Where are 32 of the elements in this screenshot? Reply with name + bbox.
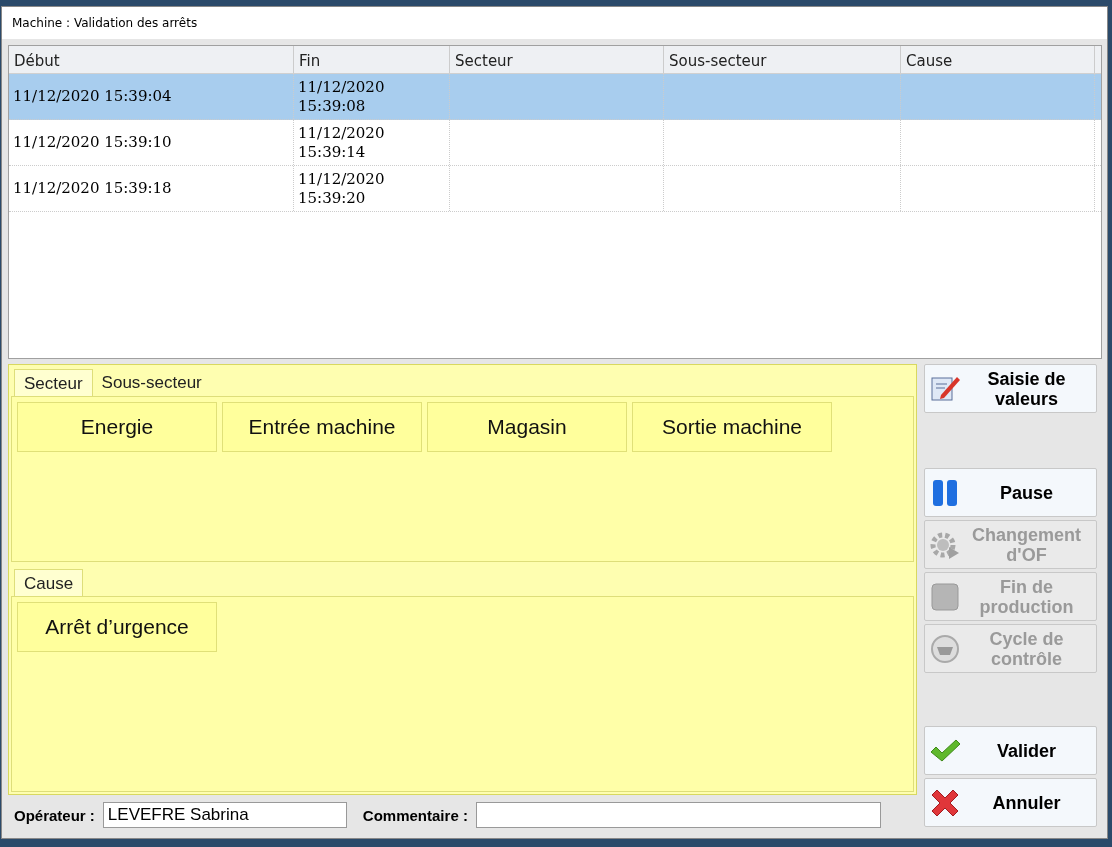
table-cell: 11/12/2020 15:39:20	[298, 169, 385, 208]
comment-field[interactable]	[475, 802, 881, 828]
choice-button[interactable]: Sortie machine	[632, 402, 832, 452]
choice-button[interactable]: Entrée machine	[222, 402, 422, 452]
column-header[interactable]: Fin	[294, 46, 450, 73]
choice-button[interactable]: Energie	[17, 402, 217, 452]
action-button[interactable]: Valider	[924, 726, 1097, 775]
table-row[interactable]: 11/12/2020 15:39:04 11/12/2020 15:39:08	[9, 74, 1101, 120]
operator-label: Opérateur :	[14, 806, 95, 824]
column-header[interactable]: Secteur	[450, 46, 664, 73]
table-cell: 11/12/2020 15:39:04	[13, 87, 172, 106]
table-row[interactable]: 11/12/2020 15:39:18 11/12/2020 15:39:20	[9, 166, 1101, 212]
table-cell: 11/12/2020 15:39:14	[298, 123, 385, 162]
window-title: Machine : Validation des arrêts	[12, 16, 198, 30]
table-cell: 11/12/2020 15:39:18	[13, 179, 172, 198]
tab[interactable]: Cause	[14, 569, 84, 596]
stop-icon	[929, 580, 961, 613]
choice-button[interactable]: Magasin	[427, 402, 627, 452]
column-header[interactable]: Sous-secteur	[664, 46, 901, 73]
tab[interactable]: Secteur	[14, 369, 93, 396]
operator-field[interactable]: LEVEFRE Sabrina	[102, 802, 347, 828]
table-row[interactable]: 11/12/2020 15:39:10 11/12/2020 15:39:14	[9, 120, 1101, 166]
cycle-icon	[929, 632, 961, 665]
action-button[interactable]: Saisie de valeurs	[924, 364, 1097, 413]
table-cell: 11/12/2020 15:39:10	[13, 133, 172, 152]
comment-label: Commentaire :	[362, 806, 468, 824]
column-header[interactable]: Début	[9, 46, 294, 73]
action-button[interactable]: Pause	[924, 468, 1097, 517]
column-header[interactable]: Cause	[901, 46, 1095, 73]
choice-button[interactable]: Arrêt d’urgence	[17, 602, 217, 652]
action-button[interactable]: Annuler	[924, 778, 1097, 827]
table-cell: 11/12/2020 15:39:08	[298, 77, 385, 116]
